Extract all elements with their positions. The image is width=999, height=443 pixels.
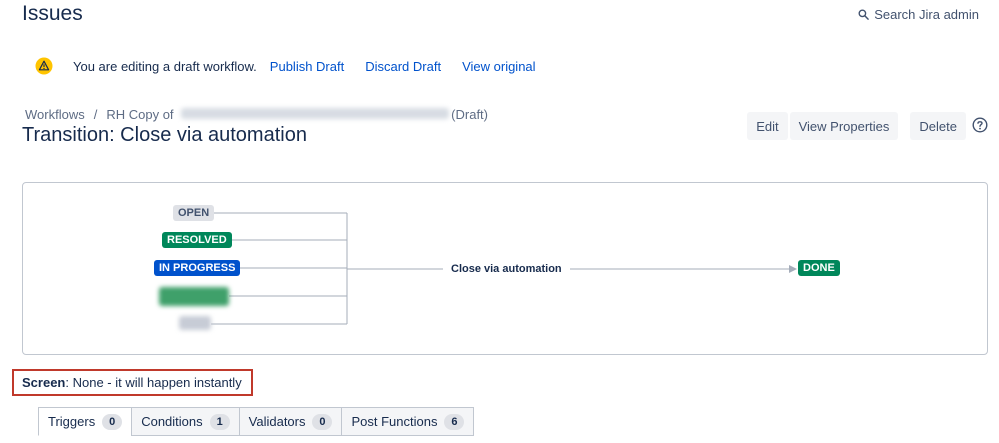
tab-count-badge: 0 <box>102 413 123 430</box>
status-resolved: RESOLVED <box>162 232 232 248</box>
transition-title: Transition: Close via automation <box>22 124 307 146</box>
tab-post-functions[interactable]: Post Functions 6 <box>341 407 475 436</box>
delete-button[interactable]: Delete <box>910 112 966 140</box>
breadcrumb: Workflows / RH Copy of (Draft) <box>25 107 488 122</box>
tab-count-badge: 1 <box>209 413 230 430</box>
publish-draft-link[interactable]: Publish Draft <box>270 59 344 74</box>
help-icon[interactable] <box>972 117 988 133</box>
draft-workflow-banner: You are editing a draft workflow. Publis… <box>35 55 557 77</box>
search-jira-admin-link[interactable]: Search Jira admin <box>858 7 979 22</box>
breadcrumb-separator: / <box>93 107 98 122</box>
status-open: OPEN <box>173 205 215 221</box>
tab-count-badge: 6 <box>444 413 465 430</box>
breadcrumb-draft-suffix: (Draft) <box>451 107 489 122</box>
edit-button[interactable]: Edit <box>747 112 788 140</box>
tab-conditions[interactable]: Conditions 1 <box>131 407 240 436</box>
transition-actions: Edit View Properties Delete <box>745 112 966 140</box>
tab-label: Validators <box>248 414 306 429</box>
search-icon <box>858 9 870 20</box>
breadcrumb-workflow-link[interactable]: RH Copy of <box>106 107 451 122</box>
tab-validators[interactable]: Validators 0 <box>238 407 343 436</box>
redacted-workflow-name <box>181 108 450 119</box>
transition-diagram: OPEN RESOLVED IN PROGRESS Close via auto… <box>22 182 988 355</box>
draft-message: You are editing a draft workflow. <box>73 58 257 74</box>
view-original-link[interactable]: View original <box>462 59 535 74</box>
transition-tabs: Triggers 0 Conditions 1 Validators 0 Pos… <box>38 407 475 436</box>
tab-triggers[interactable]: Triggers 0 <box>38 407 133 436</box>
status-redacted <box>159 287 229 306</box>
transition-label: Close via automation <box>443 263 570 275</box>
status-in-progress: IN PROGRESS <box>154 260 241 276</box>
discard-draft-link[interactable]: Discard Draft <box>365 59 441 74</box>
tab-label: Triggers <box>48 414 96 429</box>
screen-label: Screen <box>22 375 66 390</box>
status-redacted <box>179 316 211 330</box>
tab-count-badge: 0 <box>312 413 333 430</box>
screen-info: Screen: None - it will happen instantly <box>22 375 242 390</box>
status-done: DONE <box>798 260 840 276</box>
tab-label: Conditions <box>141 414 203 429</box>
warning-icon <box>35 57 53 75</box>
screen-value: : None - it will happen instantly <box>65 375 242 390</box>
tab-label: Post Functions <box>351 414 438 429</box>
breadcrumb-copy-prefix: RH Copy of <box>106 107 174 122</box>
search-label: Search Jira admin <box>874 7 979 22</box>
page-title: Issues <box>22 2 83 25</box>
view-properties-button[interactable]: View Properties <box>789 112 899 140</box>
breadcrumb-workflows-link[interactable]: Workflows <box>25 107 85 122</box>
